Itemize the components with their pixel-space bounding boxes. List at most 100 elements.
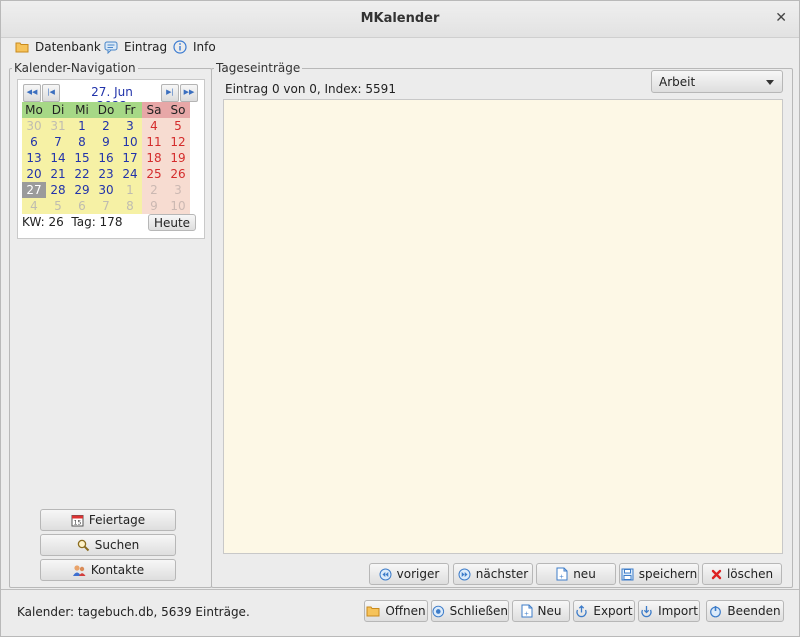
open-button[interactable]: Offnen [364,600,428,622]
calendar-day[interactable]: 2 [142,182,166,198]
calendar-day[interactable]: 7 [94,198,118,214]
calendar-day[interactable]: 17 [118,150,142,166]
button-label: Beenden [727,604,781,618]
status-separator [1,589,799,590]
calendar-day[interactable]: 8 [118,198,142,214]
calendar-day[interactable]: 13 [22,150,46,166]
menu-eintrag[interactable]: Eintrag [104,40,167,54]
calendar-day[interactable]: 9 [94,134,118,150]
calendar-day[interactable]: 22 [70,166,94,182]
calendar-day[interactable]: 28 [46,182,70,198]
weekday-header: Di [46,102,70,118]
main-window: MKalender ✕ Datenbank Eintrag Info Kalen… [0,0,800,637]
menu-info[interactable]: Info [173,40,216,54]
panel-legend: Kalender-Navigation [14,61,136,75]
calendar-day[interactable]: 2 [94,118,118,134]
button-label: Schließen [449,604,508,618]
calendar-day[interactable]: 3 [118,118,142,134]
button-label: Kontakte [90,563,145,577]
calendar-day[interactable]: 19 [166,150,190,166]
contacts-icon [72,564,86,576]
calendar-day[interactable]: 6 [70,198,94,214]
export-button[interactable]: Export [573,600,635,622]
search-button[interactable]: Suchen [40,534,176,556]
category-value: Arbeit [659,75,696,89]
calendar-day[interactable]: 31 [46,118,70,134]
calendar-day[interactable]: 6 [22,134,46,150]
menu-datenbank[interactable]: Datenbank [15,40,101,54]
category-dropdown[interactable]: Arbeit [651,70,783,93]
save-entry-button[interactable]: speichern [619,563,699,585]
previous-year-button[interactable]: ◀◀ [23,84,41,102]
import-button[interactable]: Import [638,600,700,622]
delete-entry-button[interactable]: löschen [702,563,782,585]
previous-entry-button[interactable]: voriger [369,563,449,585]
button-label: Feiertage [88,513,146,527]
button-label: speichern [638,567,698,581]
close-database-button[interactable]: Schließen [431,600,509,622]
holidays-button[interactable]: 15 Feiertage [40,509,176,531]
calendar-week-row: 20 21 22 23 24 25 26 [22,166,190,182]
calendar-day[interactable]: 11 [142,134,166,150]
calendar-grid: Mo Di Mi Do Fr Sa So 30 31 1 2 3 4 5 6 7… [22,102,190,214]
calendar-day[interactable]: 4 [22,198,46,214]
button-label: Neu [537,604,562,618]
calendar-week-row: 27 28 29 30 1 2 3 [22,182,190,198]
contacts-button[interactable]: Kontakte [40,559,176,581]
calendar-day[interactable]: 30 [94,182,118,198]
calendar-day-selected[interactable]: 27 [22,182,46,198]
weekday-header: So [166,102,190,118]
today-button[interactable]: Heute [148,214,196,231]
new-entry-button[interactable]: + neu [536,563,616,585]
calendar-day[interactable]: 4 [142,118,166,134]
quit-button[interactable]: Beenden [706,600,784,622]
next-month-button[interactable]: ▶| [161,84,179,102]
calendar-day[interactable]: 7 [46,134,70,150]
calendar-day[interactable]: 12 [166,134,190,150]
calendar-day[interactable]: 1 [118,182,142,198]
close-window-button[interactable]: ✕ [775,10,787,26]
calendar-week-row: 4 5 6 7 8 9 10 [22,198,190,214]
chevron-down-icon [766,80,774,85]
week-number-label: KW: 26 [22,215,64,229]
menu-label: Eintrag [124,40,168,54]
calendar-day[interactable]: 16 [94,150,118,166]
calendar-icon: 15 [71,514,84,526]
floppy-disk-icon [621,568,634,580]
calendar-day[interactable]: 20 [22,166,46,182]
button-label: löschen [726,567,774,581]
previous-month-button[interactable]: |◀ [42,84,60,102]
title-bar: MKalender ✕ [1,1,799,38]
weekday-header: Mo [22,102,46,118]
calendar-day[interactable]: 9 [142,198,166,214]
calendar-day[interactable]: 23 [94,166,118,182]
calendar-day[interactable]: 25 [142,166,166,182]
calendar-day[interactable]: 5 [46,198,70,214]
calendar-day[interactable]: 29 [70,182,94,198]
calendar-day[interactable]: 8 [70,134,94,150]
calendar-day[interactable]: 26 [166,166,190,182]
speech-bubble-icon [104,41,118,54]
new-database-button[interactable]: + Neu [512,600,570,622]
calendar-day[interactable]: 14 [46,150,70,166]
button-label: nächster [475,567,529,581]
calendar-day[interactable]: 1 [70,118,94,134]
calendar-day[interactable]: 24 [118,166,142,182]
calendar-day[interactable]: 5 [166,118,190,134]
calendar-day[interactable]: 10 [166,198,190,214]
next-entry-button[interactable]: nächster [453,563,533,585]
calendar-day[interactable]: 10 [118,134,142,150]
folder-icon [366,606,380,617]
next-year-button[interactable]: ▶▶ [180,84,198,102]
calendar-day[interactable]: 3 [166,182,190,198]
window-title: MKalender [360,11,440,26]
calendar-day[interactable]: 21 [46,166,70,182]
entry-text-area[interactable] [223,99,783,554]
calendar-day[interactable]: 30 [22,118,46,134]
calendar-day[interactable]: 15 [70,150,94,166]
export-icon [576,604,587,617]
button-label: Export [593,604,633,618]
magnifier-icon [77,539,89,551]
calendar-day[interactable]: 18 [142,150,166,166]
weekday-header: Mi [70,102,94,118]
